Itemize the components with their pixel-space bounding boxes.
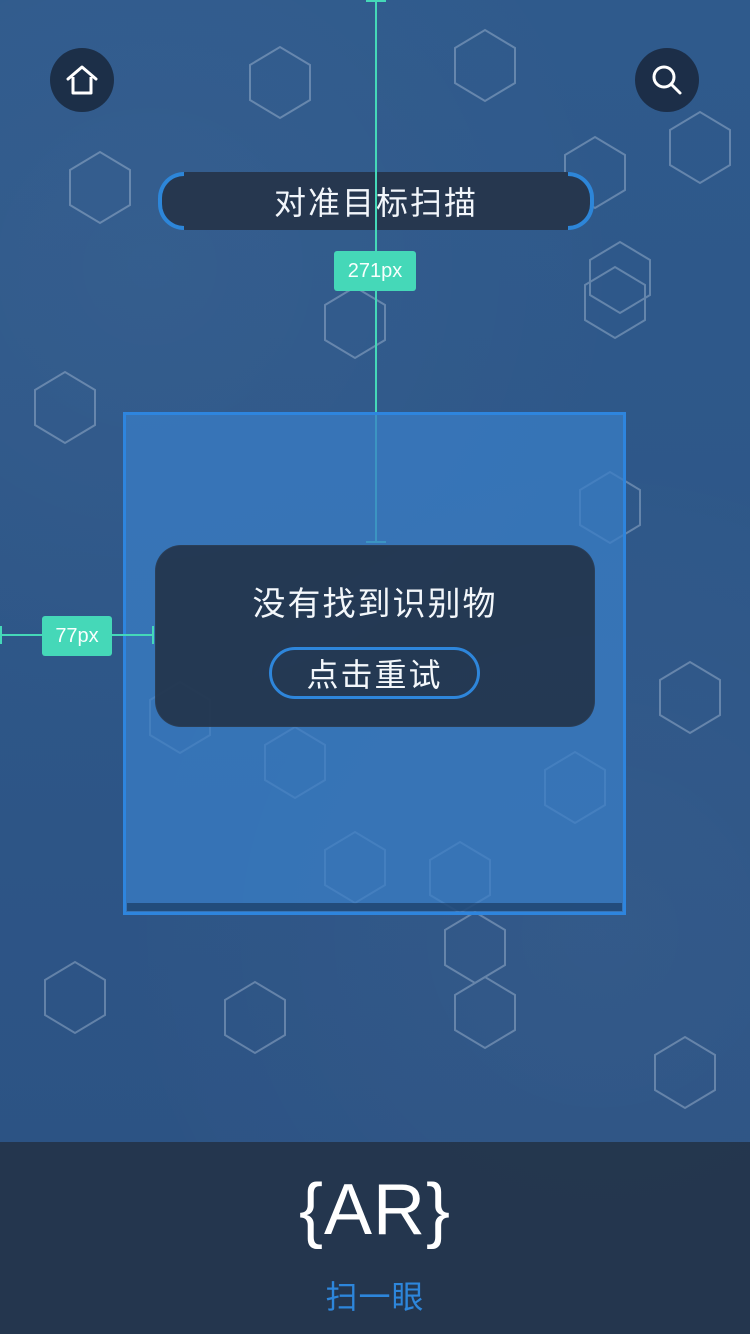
ar-logo: {AR} [298,1170,452,1250]
vertical-measure-cap-top [366,0,386,2]
horizontal-measure-cap-left [0,626,2,644]
result-dialog: 没有找到识别物 点击重试 [155,545,595,727]
horizontal-measure-cap-right [152,626,154,644]
no-result-message: 没有找到识别物 [252,584,498,623]
horizontal-measure-label: 77px [42,616,112,656]
retry-button[interactable]: 点击重试 [269,647,480,699]
scan-action-label[interactable]: 扫一眼 [0,1272,750,1318]
home-icon [66,65,98,95]
retry-button-label: 点击重试 [306,656,443,694]
scan-frame-bottom-strip [127,903,622,911]
home-button[interactable] [50,48,114,112]
vertical-measure-label: 271px [334,251,416,291]
search-button[interactable] [635,48,699,112]
search-icon [652,65,682,95]
